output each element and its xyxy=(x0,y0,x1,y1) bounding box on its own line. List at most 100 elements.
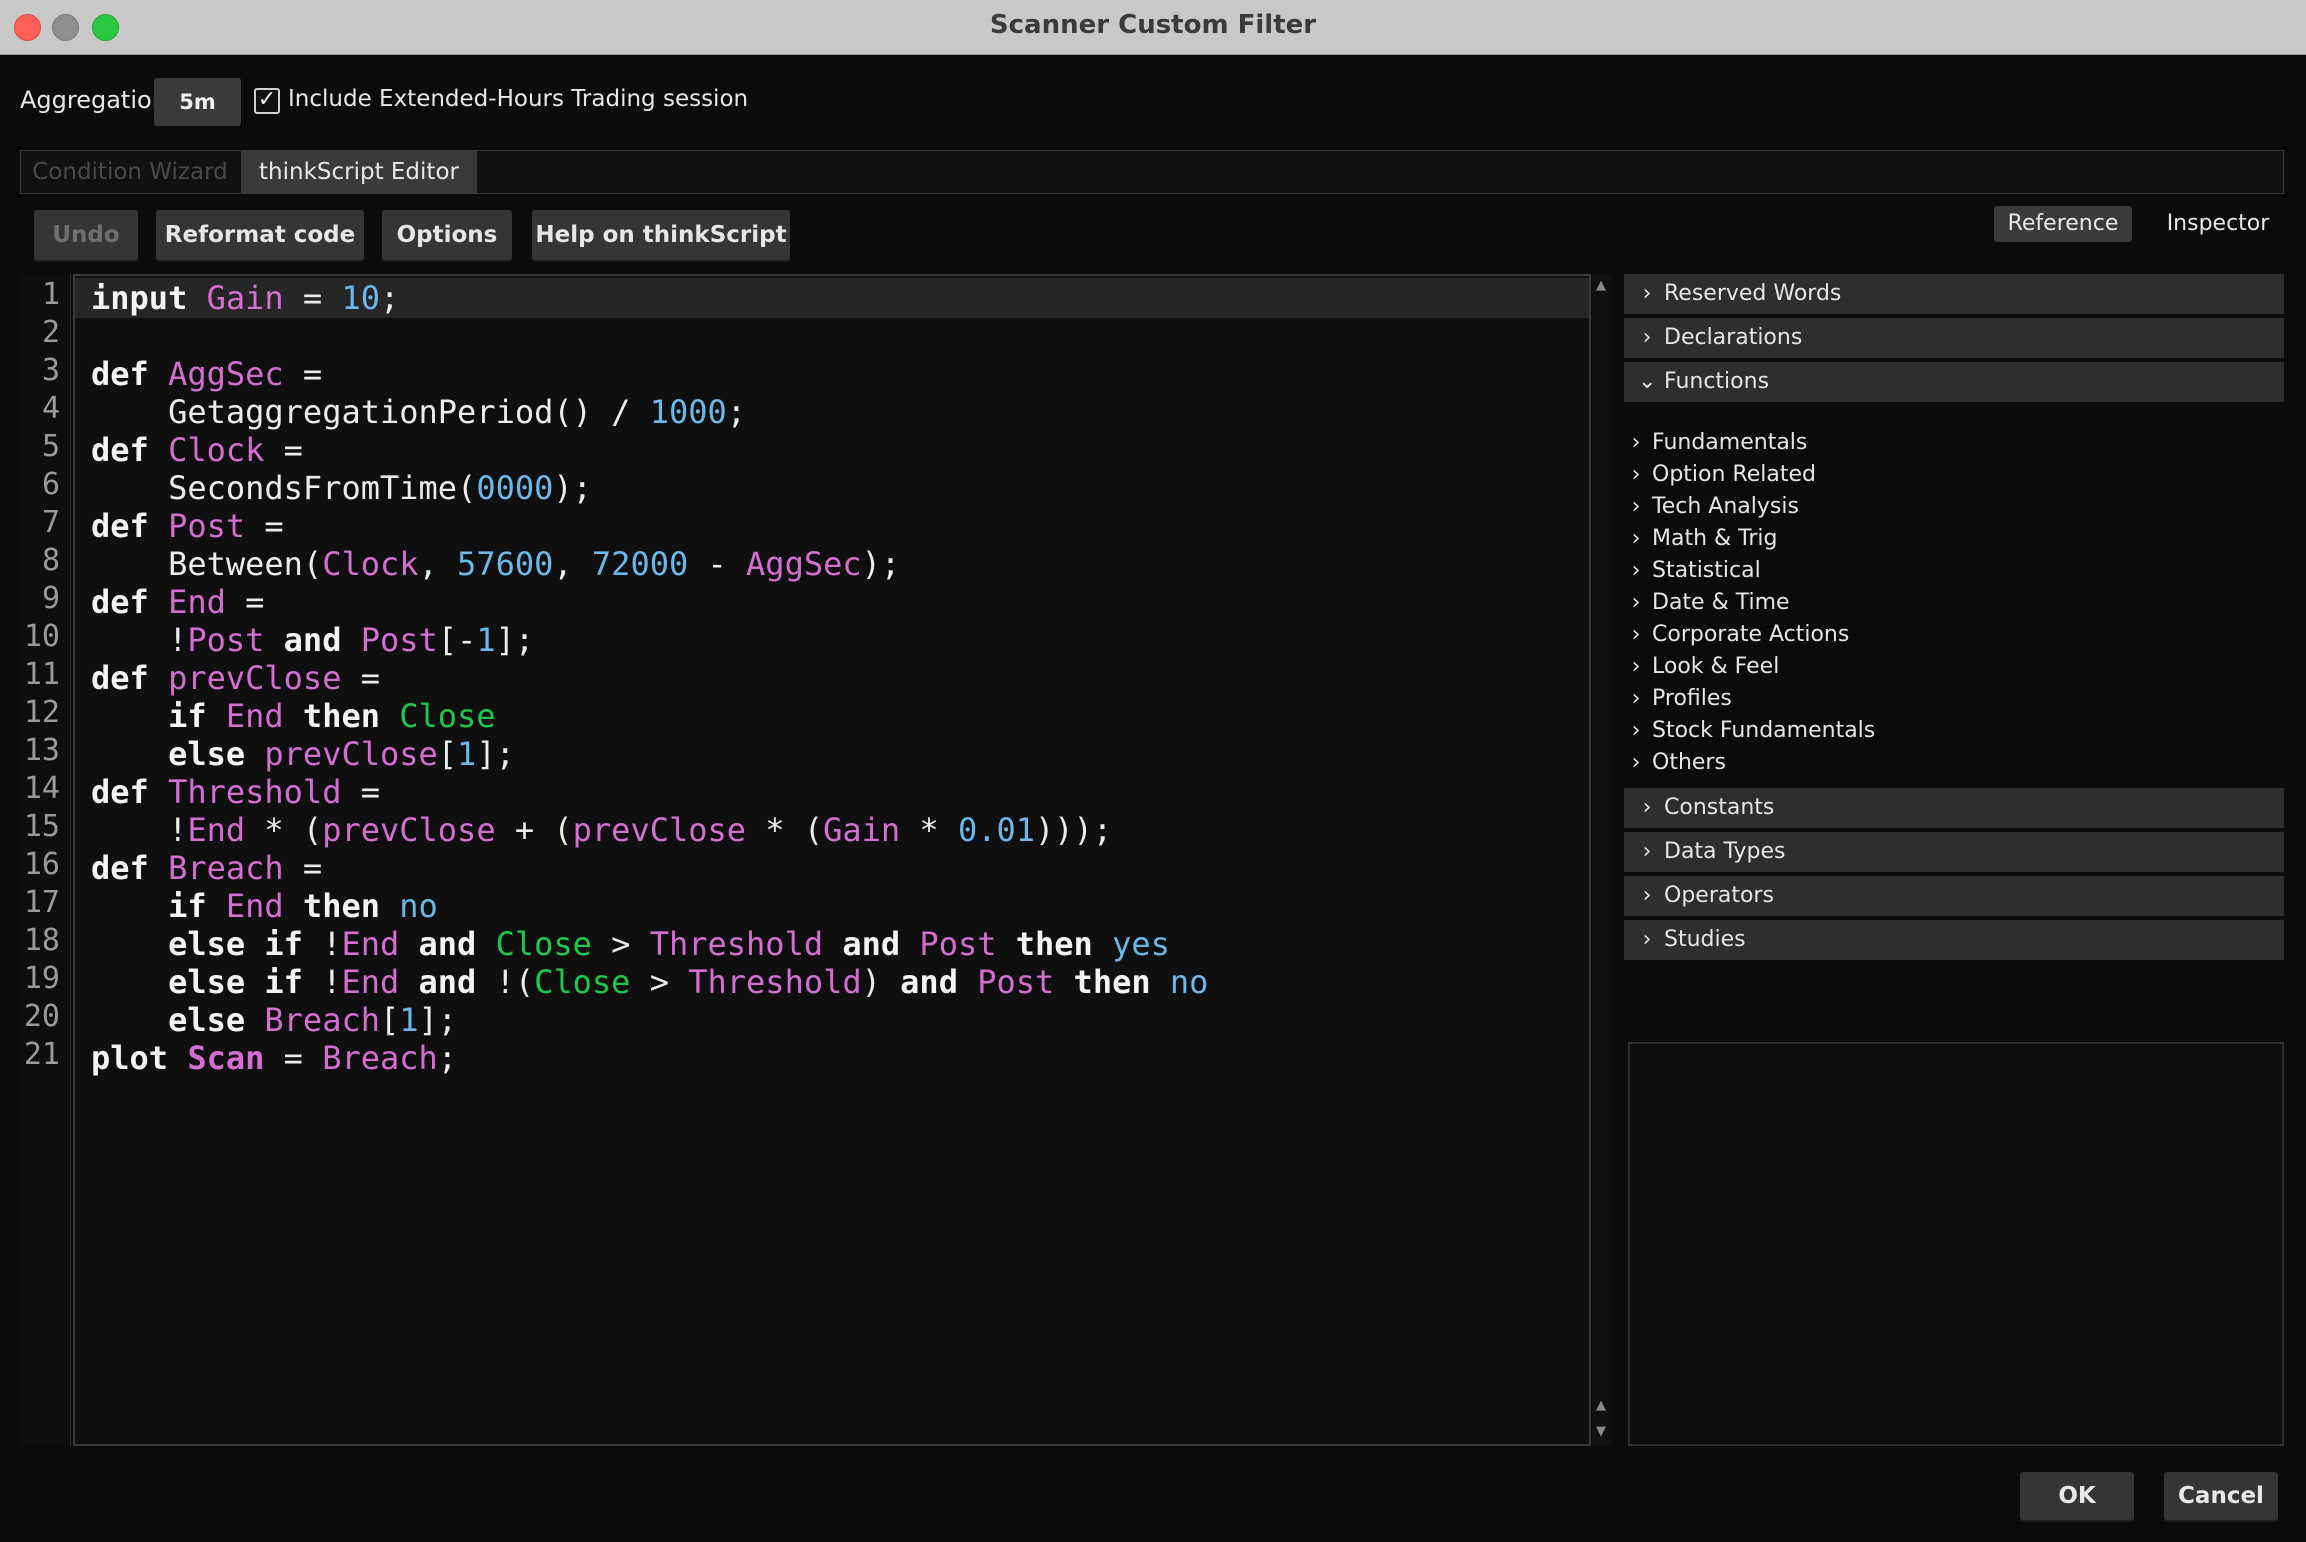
line-number: 21 xyxy=(23,1037,60,1072)
tree-category[interactable]: › Reserved Words xyxy=(1624,274,2284,314)
code-line: def Breach = xyxy=(91,849,322,887)
code-token: [- xyxy=(437,621,477,659)
reformat-code-button[interactable]: Reformat code xyxy=(156,210,364,260)
tab-inspector[interactable]: Inspector xyxy=(2150,206,2286,242)
code-line: def Threshold = xyxy=(91,773,380,811)
chevron-right-icon: › xyxy=(1631,590,1641,615)
cancel-button[interactable]: Cancel xyxy=(2164,1472,2278,1520)
code-token: 0000 xyxy=(476,469,554,507)
extended-hours-checkbox[interactable]: ✓ xyxy=(254,88,280,114)
code-token: Gain xyxy=(206,279,284,317)
code-token: Threshold xyxy=(168,773,342,811)
code-token: 1000 xyxy=(649,393,727,431)
line-number: 17 xyxy=(23,885,60,920)
code-token: [ xyxy=(379,1001,400,1039)
code-line: plot Scan = Breach; xyxy=(91,1039,457,1077)
ok-button[interactable]: OK xyxy=(2020,1472,2134,1520)
tree-function-item-label: Others xyxy=(1652,750,1726,775)
tree-category[interactable]: › Constants xyxy=(1624,788,2284,828)
code-editor[interactable]: input Gain = 10; def AggSec = Getaggregat… xyxy=(73,274,1591,1446)
line-number-gutter: 1 2 3 4 5 6 7 8 9 10 11 12 13 14 15 16 17 18 19 20 21 xyxy=(20,274,71,1446)
code-token: 1 xyxy=(399,1001,419,1039)
code-token: = xyxy=(245,507,284,545)
code-token: input xyxy=(91,279,188,317)
extended-hours-label[interactable]: Include Extended-Hours Trading session xyxy=(288,86,748,112)
line-number: 11 xyxy=(23,657,60,692)
code-token: ! xyxy=(91,811,188,849)
code-token: 57600 xyxy=(457,545,554,583)
line-number: 1 xyxy=(41,277,60,312)
chevron-right-icon: › xyxy=(1631,718,1641,743)
scroll-up-arrow-icon-bottom[interactable]: ▲ xyxy=(1596,1398,1606,1413)
line-number: 7 xyxy=(41,505,60,540)
code-token: = xyxy=(283,355,323,393)
tab-reference[interactable]: Reference xyxy=(1994,206,2132,242)
code-token: and xyxy=(418,963,477,1001)
code-token: End xyxy=(341,925,400,963)
chevron-down-icon: ⌄ xyxy=(1638,369,1657,394)
chevron-right-icon: › xyxy=(1631,622,1641,647)
scroll-down-arrow-icon[interactable]: ▼ xyxy=(1596,1424,1606,1439)
tab-condition-wizard[interactable]: Condition Wizard xyxy=(21,151,239,193)
editor-scrollbar[interactable]: ▲ ▲ ▼ xyxy=(1592,274,1612,1446)
tree-function-item-label: Date & Time xyxy=(1652,590,1790,615)
code-token: End xyxy=(225,887,284,925)
code-token: End xyxy=(341,963,400,1001)
code-token: and xyxy=(418,925,477,963)
tree-category[interactable]: › Studies xyxy=(1624,920,2284,960)
chevron-right-icon: › xyxy=(1642,839,1652,864)
tree-category[interactable]: › Data Types xyxy=(1624,832,2284,872)
tree-category[interactable]: ⌄ Functions xyxy=(1624,362,2284,402)
code-token: Close xyxy=(399,697,496,735)
chevron-right-icon: › xyxy=(1642,281,1652,306)
code-token: ! xyxy=(302,963,342,1001)
line-number: 20 xyxy=(23,999,60,1034)
code-token: ; xyxy=(437,1039,458,1077)
code-line: !Post and Post[-1]; xyxy=(91,621,534,659)
code-line: if End then Close xyxy=(91,697,496,735)
tree-category[interactable]: › Operators xyxy=(1624,876,2284,916)
tree-category-label: Data Types xyxy=(1664,839,1786,864)
tree-category-label: Declarations xyxy=(1664,325,1803,350)
help-thinkscript-button[interactable]: Help on thinkScript xyxy=(532,210,790,260)
line-number: 15 xyxy=(23,809,60,844)
tree-category-label: Reserved Words xyxy=(1664,281,1842,306)
code-token: = xyxy=(264,1039,323,1077)
aggregation-dropdown[interactable]: 5m xyxy=(154,78,241,126)
code-line: else if !End and Close > Threshold and P… xyxy=(91,925,1170,963)
scroll-up-arrow-icon[interactable]: ▲ xyxy=(1596,278,1606,293)
code-token: AggSec xyxy=(168,355,284,393)
code-token: Post xyxy=(919,925,997,963)
code-token: = xyxy=(341,659,380,697)
code-token: then xyxy=(302,887,380,925)
tab-thinkscript-editor[interactable]: thinkScript Editor xyxy=(241,151,477,193)
code-token: ); xyxy=(553,469,592,507)
code-token: !( xyxy=(476,963,535,1001)
undo-button[interactable]: Undo xyxy=(34,210,138,260)
tree-function-item-label: Tech Analysis xyxy=(1652,494,1799,519)
tree-function-item-label: Math & Trig xyxy=(1652,526,1778,551)
options-button[interactable]: Options xyxy=(382,210,512,260)
code-token: Breach xyxy=(168,849,284,887)
window-title: Scanner Custom Filter xyxy=(989,10,1317,40)
code-token: plot xyxy=(91,1039,169,1077)
code-token: Between( xyxy=(91,545,323,583)
code-token: if xyxy=(264,925,303,963)
code-token: 0.01 xyxy=(957,811,1036,849)
tree-category[interactable]: › Declarations xyxy=(1624,318,2284,358)
code-token: * ( xyxy=(746,811,824,849)
code-token: prevClose xyxy=(322,811,496,849)
